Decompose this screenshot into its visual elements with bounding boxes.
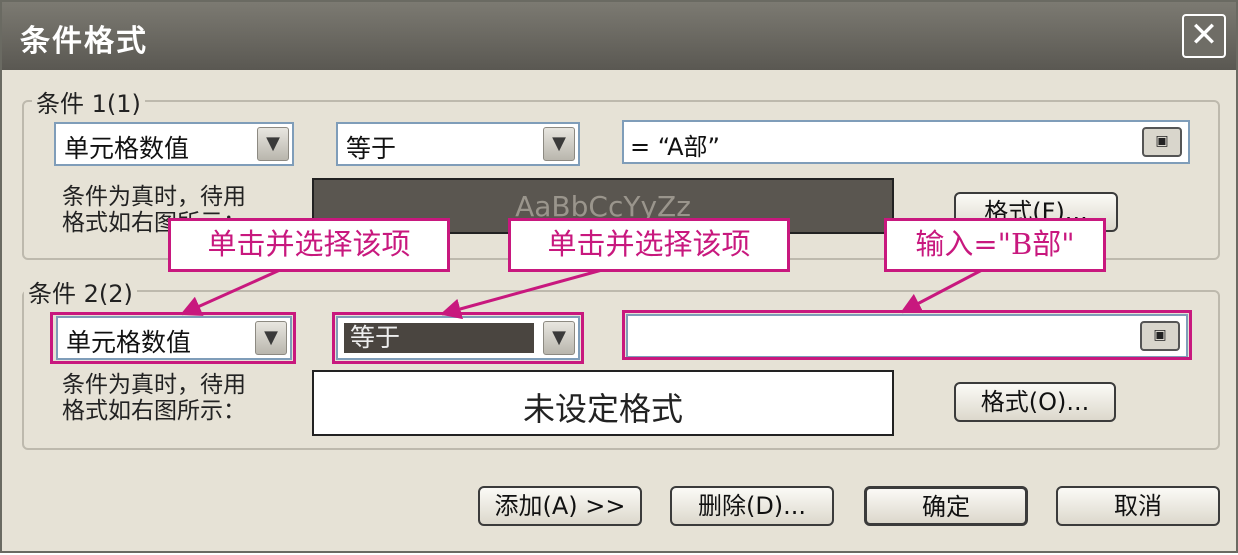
annotation-arrows <box>180 268 983 320</box>
callout-operator-select: 单击并选择该项 <box>508 218 790 272</box>
arrow-to-operator-select <box>439 268 603 320</box>
arrow-to-formula-input <box>900 268 983 314</box>
conditional-format-dialog: 条件格式 ✕ 条件 1(1) 单元格数值 ▼ 等于 ▼ = “A部” ▣ 条件为… <box>0 0 1238 553</box>
arrow-to-type-select <box>180 268 281 316</box>
callout-formula-input: 输入="B部" <box>884 218 1106 272</box>
callout-type-select: 单击并选择该项 <box>168 218 450 272</box>
